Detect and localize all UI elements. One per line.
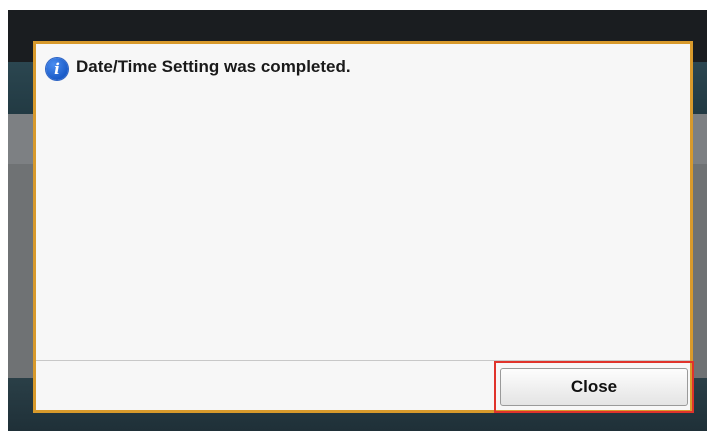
completion-dialog: i Date/Time Setting was completed. Close <box>33 41 694 413</box>
info-icon: i <box>46 58 68 80</box>
device-panel-screen: i Date/Time Setting was completed. Close <box>8 10 707 431</box>
close-button[interactable]: Close <box>500 368 688 406</box>
close-button-highlight: Close <box>494 361 694 413</box>
dialog-header: i Date/Time Setting was completed. <box>46 54 351 80</box>
dialog-message: Date/Time Setting was completed. <box>76 57 351 76</box>
